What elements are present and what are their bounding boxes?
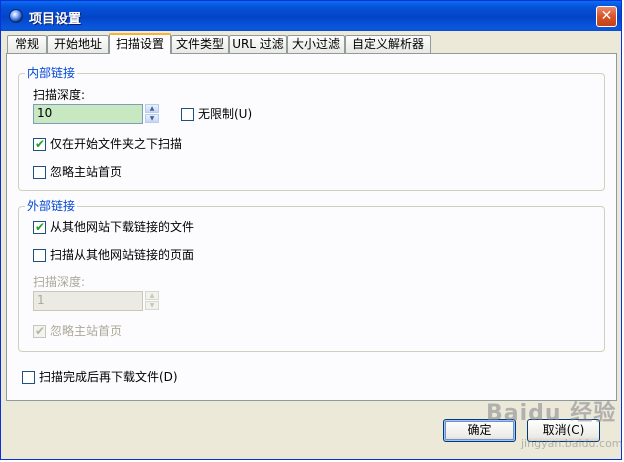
external-ignore-home-checkbox: ✔ xyxy=(33,324,46,338)
internal-ignore-home-checkbox[interactable] xyxy=(33,166,46,179)
close-button[interactable]: ✕ xyxy=(596,6,617,27)
unlimited-label: 无限制(U) xyxy=(198,107,253,121)
download-linked-files-label: 从其他网站下载链接的文件 xyxy=(50,220,195,234)
external-ignore-home-label: 忽略主站首页 xyxy=(50,324,123,338)
tab-start-address[interactable]: 开始地址 xyxy=(47,35,109,53)
checkmark-icon: ✔ xyxy=(35,324,46,338)
download-after-scan-checkbox[interactable] xyxy=(22,371,35,384)
spin-down-icon[interactable]: ▼ xyxy=(145,114,159,123)
checkmark-icon: ✔ xyxy=(35,220,46,234)
internal-ignore-home-label: 忽略主站首页 xyxy=(50,165,123,179)
tab-url-filter[interactable]: URL 过滤 xyxy=(229,35,287,53)
checkmark-icon: ✔ xyxy=(35,137,46,151)
spin-up-icon[interactable]: ▲ xyxy=(145,104,159,113)
scan-linked-pages-checkbox[interactable] xyxy=(33,249,46,262)
internal-depth-input[interactable]: 10 xyxy=(33,104,143,124)
internal-depth-label: 扫描深度: xyxy=(33,88,86,102)
title-bar[interactable]: 项目设置 ✕ xyxy=(1,1,621,31)
only-below-start-checkbox[interactable]: ✔ xyxy=(33,137,46,151)
watermark-logo: Baidu 经验 xyxy=(486,401,617,426)
tab-custom-parser[interactable]: 自定义解析器 xyxy=(345,35,431,53)
spin-down-icon: ▼ xyxy=(145,301,159,310)
app-icon xyxy=(9,9,23,23)
external-links-group: 外部链接 ✔ 从其他网站下载链接的文件 扫描从其他网站链接的页面 扫描深度: 1… xyxy=(18,199,605,352)
spin-up-icon: ▲ xyxy=(145,291,159,300)
download-after-scan-label: 扫描完成后再下载文件(D) xyxy=(39,370,178,384)
window-title: 项目设置 xyxy=(29,12,82,27)
external-depth-label: 扫描深度: xyxy=(33,275,86,289)
scan-settings-panel: 内部链接 扫描深度: 10 ▲ ▼ 无限制(U) ✔ 仅在开始文件夹之下扫描 忽… xyxy=(6,53,617,401)
tab-scan-settings[interactable]: 扫描设置 xyxy=(109,33,171,54)
watermark-url: jingyan.baidu.com xyxy=(521,437,623,450)
download-linked-files-checkbox[interactable]: ✔ xyxy=(33,220,46,234)
unlimited-checkbox[interactable] xyxy=(181,108,194,121)
close-icon: ✕ xyxy=(600,8,613,24)
tab-file-types[interactable]: 文件类型 xyxy=(171,35,229,53)
internal-links-title: 内部链接 xyxy=(25,66,78,80)
only-below-start-label: 仅在开始文件夹之下扫描 xyxy=(50,137,183,151)
tab-general[interactable]: 常规 xyxy=(7,35,47,53)
internal-depth-spinner[interactable]: ▲ ▼ xyxy=(145,104,159,124)
external-depth-input: 1 xyxy=(33,291,143,311)
external-links-title: 外部链接 xyxy=(25,199,78,213)
internal-links-group: 内部链接 扫描深度: 10 ▲ ▼ 无限制(U) ✔ 仅在开始文件夹之下扫描 忽… xyxy=(18,66,605,191)
scan-linked-pages-label: 扫描从其他网站链接的页面 xyxy=(50,248,195,262)
project-settings-dialog: 项目设置 ✕ 常规 开始地址 扫描设置 文件类型 URL 过滤 大小过滤 自定义… xyxy=(0,0,623,460)
tab-size-filter[interactable]: 大小过滤 xyxy=(287,35,345,53)
external-depth-spinner: ▲ ▼ xyxy=(145,291,159,311)
